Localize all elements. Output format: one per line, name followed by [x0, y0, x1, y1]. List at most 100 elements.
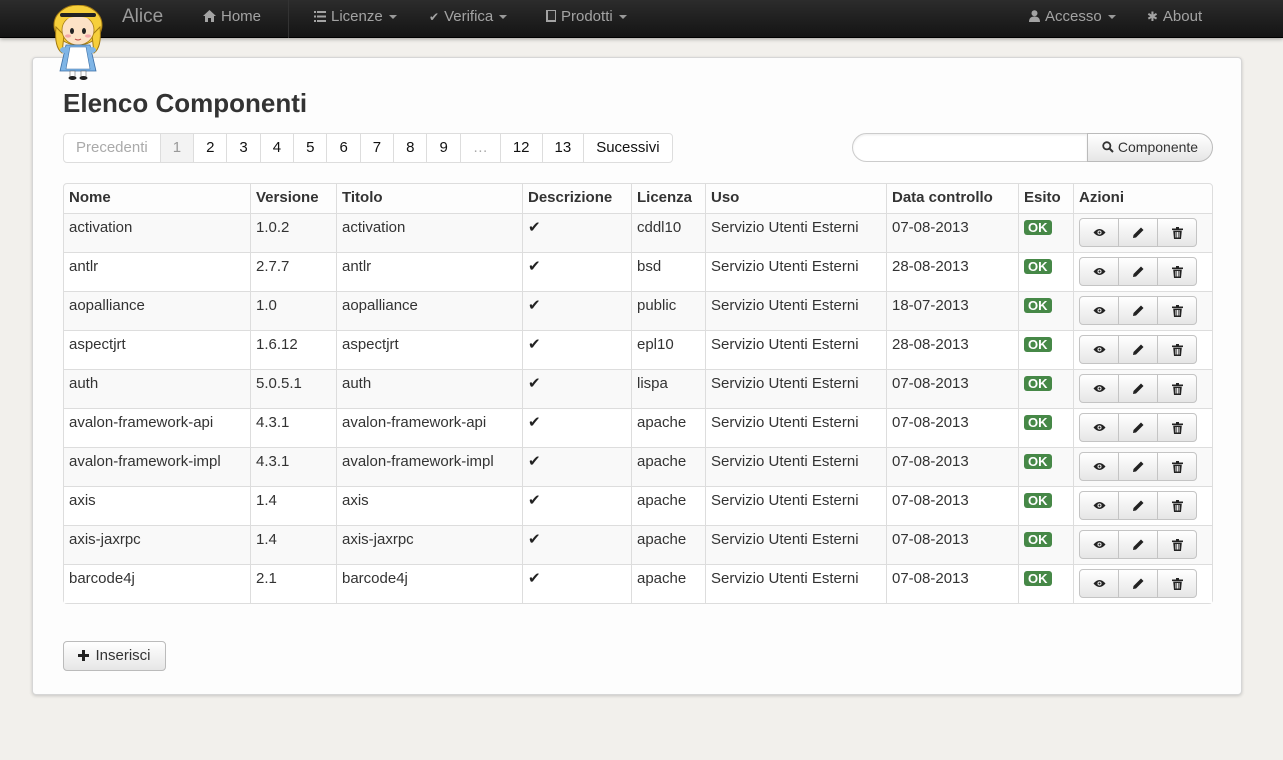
pagination-page[interactable]: 6: [327, 134, 361, 162]
pagination-page[interactable]: 1: [160, 134, 195, 162]
column-header-descrizione[interactable]: Descrizione: [522, 184, 631, 213]
cell-azioni: [1073, 252, 1212, 291]
delete-button[interactable]: [1157, 296, 1197, 325]
delete-button[interactable]: [1157, 257, 1197, 286]
edit-button[interactable]: [1118, 218, 1158, 247]
check-icon: ✔: [528, 531, 541, 548]
delete-button[interactable]: [1157, 374, 1197, 403]
cell-descrizione: ✔: [522, 252, 631, 291]
view-button[interactable]: [1079, 335, 1119, 364]
cell-licenza: apache: [631, 408, 705, 447]
insert-button[interactable]: Inserisci: [63, 641, 166, 671]
table-row: axis-jaxrpc 1.4 axis-jaxrpc ✔ apache Servizio…: [64, 525, 1212, 564]
view-button[interactable]: [1079, 569, 1119, 598]
column-header-esito[interactable]: Esito: [1018, 184, 1073, 213]
cell-licenza: apache: [631, 447, 705, 486]
search-input[interactable]: [852, 133, 1088, 162]
edit-button[interactable]: [1118, 296, 1158, 325]
chevron-down-icon: [388, 15, 397, 20]
delete-button[interactable]: [1157, 452, 1197, 481]
pagination-page[interactable]: 3: [227, 134, 261, 162]
cell-licenza: public: [631, 291, 705, 330]
cell-data-controllo: 07-08-2013: [886, 213, 1018, 252]
cell-titolo: aopalliance: [336, 291, 522, 330]
edit-button[interactable]: [1118, 335, 1158, 364]
cell-versione: 2.1: [250, 564, 336, 603]
status-badge: OK: [1024, 571, 1052, 586]
cell-data-controllo: 18-07-2013: [886, 291, 1018, 330]
brand-link[interactable]: Alice: [122, 6, 163, 28]
trash-icon: [1171, 265, 1183, 278]
nav-licenze[interactable]: Licenze: [314, 0, 397, 38]
cell-descrizione: ✔: [522, 291, 631, 330]
delete-button[interactable]: [1157, 335, 1197, 364]
edit-button[interactable]: [1118, 374, 1158, 403]
pencil-icon: [1132, 578, 1144, 590]
trash-icon: [1171, 304, 1183, 317]
delete-button[interactable]: [1157, 530, 1197, 559]
table-row: aopalliance 1.0 aopalliance ✔ public Servizio…: [64, 291, 1212, 330]
nav-about[interactable]: ✱ About: [1147, 0, 1202, 38]
nav-verifica[interactable]: ✔ Verifica: [429, 0, 508, 38]
cell-descrizione: ✔: [522, 447, 631, 486]
delete-button[interactable]: [1157, 491, 1197, 520]
pagination-page[interactable]: 7: [361, 134, 395, 162]
book-icon: [546, 10, 556, 22]
view-button[interactable]: [1079, 374, 1119, 403]
table-row: antlr 2.7.7 antlr ✔ bsd Servizio Utenti Ester…: [64, 252, 1212, 291]
cell-esito: OK: [1018, 330, 1073, 369]
pagination-page[interactable]: 9: [427, 134, 461, 162]
row-actions: [1079, 374, 1197, 403]
pagination-page[interactable]: 13: [543, 134, 585, 162]
cell-azioni: [1073, 330, 1212, 369]
column-header-titolo[interactable]: Titolo: [336, 184, 522, 213]
pagination-page[interactable]: 5: [294, 134, 328, 162]
pagination-page[interactable]: 12: [501, 134, 543, 162]
cell-nome: axis: [64, 486, 250, 525]
chevron-down-icon: [499, 15, 508, 20]
asterisk-icon: ✱: [1147, 9, 1158, 24]
delete-button[interactable]: [1157, 218, 1197, 247]
edit-button[interactable]: [1118, 257, 1158, 286]
pagination-next[interactable]: Sucessivi: [584, 134, 671, 162]
column-header-nome[interactable]: Nome: [64, 184, 250, 213]
nav-prodotti[interactable]: Prodotti: [546, 0, 627, 38]
column-header-data-controllo[interactable]: Data controllo: [886, 184, 1018, 213]
edit-button[interactable]: [1118, 491, 1158, 520]
pagination-page[interactable]: 4: [261, 134, 295, 162]
components-table: Nome Versione Titolo Descrizione Licenza…: [63, 183, 1213, 604]
edit-button[interactable]: [1118, 452, 1158, 481]
edit-button[interactable]: [1118, 569, 1158, 598]
table-row: avalon-framework-impl 4.3.1 avalon-framewo…: [64, 447, 1212, 486]
edit-button[interactable]: [1118, 530, 1158, 559]
view-button[interactable]: [1079, 413, 1119, 442]
delete-button[interactable]: [1157, 569, 1197, 598]
eye-icon: [1093, 579, 1106, 588]
column-header-uso[interactable]: Uso: [705, 184, 886, 213]
cell-licenza: apache: [631, 564, 705, 603]
cell-azioni: [1073, 369, 1212, 408]
view-button[interactable]: [1079, 452, 1119, 481]
status-badge: OK: [1024, 493, 1052, 508]
column-header-versione[interactable]: Versione: [250, 184, 336, 213]
nav-home[interactable]: Home: [203, 0, 261, 38]
search-button[interactable]: Componente: [1087, 133, 1213, 162]
cell-licenza: apache: [631, 525, 705, 564]
view-button[interactable]: [1079, 491, 1119, 520]
edit-button[interactable]: [1118, 413, 1158, 442]
column-header-licenza[interactable]: Licenza: [631, 184, 705, 213]
view-button[interactable]: [1079, 257, 1119, 286]
pagination-page[interactable]: 2: [194, 134, 228, 162]
nav-accesso[interactable]: Accesso: [1029, 0, 1116, 38]
view-button[interactable]: [1079, 218, 1119, 247]
cell-titolo: axis-jaxrpc: [336, 525, 522, 564]
eye-icon: [1093, 501, 1106, 510]
cell-nome: avalon-framework-impl: [64, 447, 250, 486]
pagination-prev[interactable]: Precedenti: [64, 134, 161, 162]
view-button[interactable]: [1079, 296, 1119, 325]
delete-button[interactable]: [1157, 413, 1197, 442]
pagination-page[interactable]: 8: [394, 134, 428, 162]
cell-data-controllo: 07-08-2013: [886, 525, 1018, 564]
view-button[interactable]: [1079, 530, 1119, 559]
cell-esito: OK: [1018, 486, 1073, 525]
